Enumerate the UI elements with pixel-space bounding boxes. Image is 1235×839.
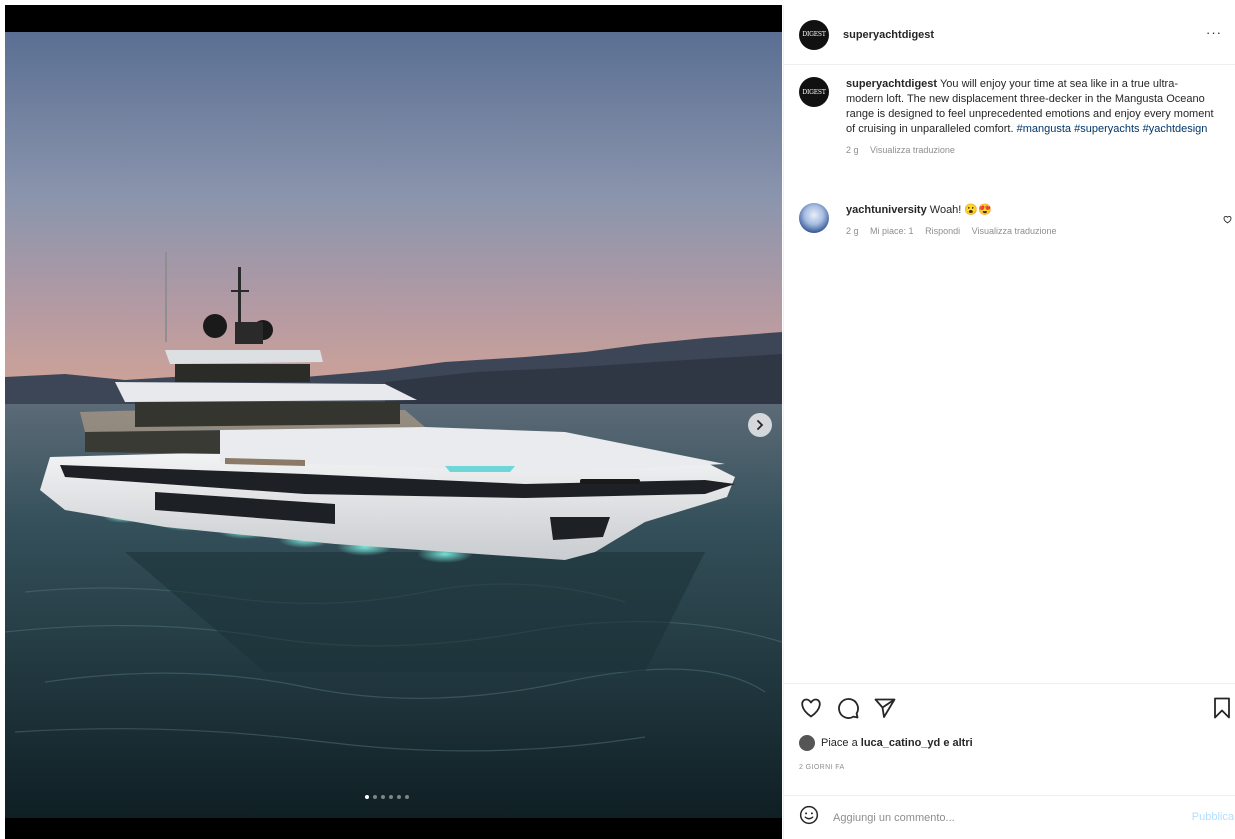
carousel-dot bbox=[389, 795, 393, 799]
reply-button[interactable]: Rispondi bbox=[925, 226, 960, 236]
bookmark-icon bbox=[1214, 697, 1230, 719]
carousel-dot bbox=[373, 795, 377, 799]
avatar[interactable]: DIGEST bbox=[799, 77, 829, 107]
hashtag-link[interactable]: #mangusta bbox=[1017, 123, 1071, 135]
hashtag-link[interactable]: #yachtdesign bbox=[1143, 123, 1208, 135]
carousel-indicator bbox=[365, 795, 409, 799]
comment-username[interactable]: yachtuniversity bbox=[846, 204, 927, 216]
likes-user-link[interactable]: luca_catino_yd bbox=[861, 737, 940, 749]
comment-likes[interactable]: Mi piace: 1 bbox=[870, 226, 914, 236]
post-caption: DIGEST superyachtdigest You will enjoy y… bbox=[799, 77, 1229, 158]
likes-prefix: Piace a bbox=[821, 737, 858, 749]
more-options-button[interactable]: ··· bbox=[1206, 25, 1222, 40]
comment-time[interactable]: 2 g bbox=[846, 226, 859, 236]
post-side-panel: DIGEST superyachtdigest ··· DIGEST super… bbox=[783, 5, 1235, 839]
carousel-dot bbox=[365, 795, 369, 799]
caption-time[interactable]: 2 g bbox=[846, 145, 859, 155]
comment-icon bbox=[838, 698, 859, 719]
heart-icon bbox=[801, 698, 821, 718]
likes-others-link[interactable]: e altri bbox=[943, 737, 972, 749]
caption-meta: 2 g Visualizza traduzione bbox=[846, 143, 1214, 158]
share-button[interactable] bbox=[873, 696, 897, 725]
caption-body: superyachtdigest You will enjoy your tim… bbox=[846, 77, 1214, 158]
heart-icon bbox=[1223, 216, 1232, 224]
comment-text: yachtuniversity Woah! 😮😍 bbox=[846, 203, 1206, 218]
comment-meta: 2 g Mi piace: 1 Rispondi Visualizza trad… bbox=[846, 224, 1206, 239]
send-icon bbox=[874, 698, 896, 718]
save-button[interactable] bbox=[1212, 696, 1232, 725]
next-slide-button[interactable] bbox=[748, 413, 772, 437]
post-header: DIGEST superyachtdigest ··· bbox=[784, 5, 1235, 65]
translate-link[interactable]: Visualizza traduzione bbox=[870, 145, 955, 155]
publish-button[interactable]: Pubblica bbox=[1192, 811, 1234, 823]
like-button[interactable] bbox=[799, 696, 823, 725]
header-username[interactable]: superyachtdigest bbox=[843, 29, 934, 41]
comment-button[interactable] bbox=[836, 696, 860, 725]
avatar[interactable] bbox=[799, 203, 829, 233]
carousel-dot bbox=[397, 795, 401, 799]
comment-content: Woah! 😮😍 bbox=[929, 204, 992, 216]
comment-input[interactable] bbox=[833, 811, 1163, 824]
avatar[interactable] bbox=[799, 735, 815, 751]
emoji-icon bbox=[799, 805, 819, 825]
post-photo[interactable] bbox=[5, 32, 782, 818]
chevron-right-icon bbox=[757, 420, 764, 430]
translate-link[interactable]: Visualizza traduzione bbox=[972, 226, 1057, 236]
post-media bbox=[5, 5, 782, 839]
post-actions bbox=[784, 683, 1235, 733]
hashtag-link[interactable]: #superyachts bbox=[1074, 123, 1139, 135]
likes-summary: Piace a luca_catino_yd e altri bbox=[799, 735, 973, 751]
add-comment-bar: Pubblica bbox=[784, 795, 1235, 839]
comment-item: yachtuniversity Woah! 😮😍 2 g Mi piace: 1… bbox=[799, 203, 1235, 239]
caption-username[interactable]: superyachtdigest bbox=[846, 78, 937, 90]
carousel-dot bbox=[381, 795, 385, 799]
comment-like-button[interactable] bbox=[1223, 215, 1232, 226]
emoji-button[interactable] bbox=[799, 805, 819, 830]
caption-text: superyachtdigest You will enjoy your tim… bbox=[846, 77, 1214, 137]
avatar[interactable]: DIGEST bbox=[799, 19, 829, 50]
post-date[interactable]: 2 GIORNI FA bbox=[799, 764, 845, 771]
comment-body: yachtuniversity Woah! 😮😍 2 g Mi piace: 1… bbox=[846, 203, 1206, 239]
carousel-dot bbox=[405, 795, 409, 799]
